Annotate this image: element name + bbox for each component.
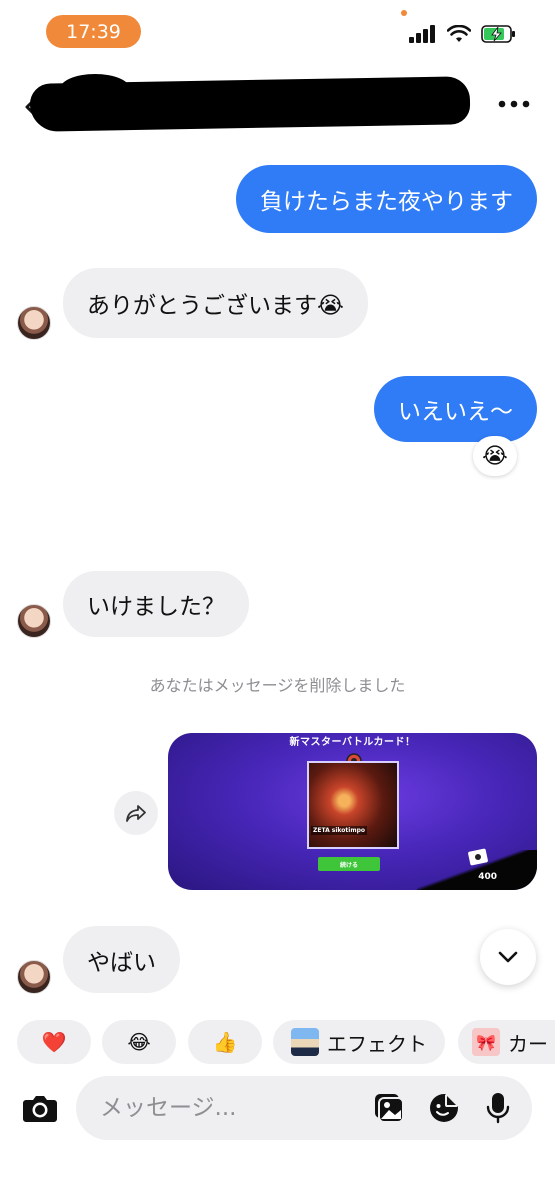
contact-avatar[interactable] — [17, 960, 51, 994]
ribbon-gift-icon: 🎀 — [472, 1028, 500, 1056]
sticker-icon — [430, 1094, 458, 1122]
status-icons — [409, 24, 517, 44]
chevron-down-icon — [498, 951, 518, 963]
camera-icon — [23, 1096, 57, 1122]
laughing-face-icon: 😂 — [127, 1030, 151, 1054]
effects-chip-label: エフェクト — [327, 1031, 427, 1056]
share-button[interactable] — [114, 791, 158, 835]
battle-card-image: ZETA sikotimpo — [307, 761, 399, 849]
privacy-indicator-dot — [401, 10, 407, 16]
ticket-icon — [468, 848, 488, 866]
outgoing-message-bubble[interactable]: いえいえ〜 — [374, 376, 537, 442]
effects-chip[interactable]: エフェクト — [273, 1020, 445, 1064]
deleted-message-notice: あなたはメッセージを削除しました — [149, 676, 406, 695]
gallery-icon — [375, 1094, 404, 1123]
message-reaction[interactable]: 😭 — [473, 436, 517, 476]
more-options-icon[interactable] — [497, 94, 531, 114]
thumbs-up-icon: 👍 — [212, 1030, 238, 1054]
contact-avatar[interactable] — [17, 604, 51, 638]
card-name-label: ZETA sikotimpo — [311, 826, 367, 835]
incoming-message-bubble[interactable]: いけました？ — [63, 571, 249, 637]
share-arrow-icon — [126, 805, 146, 822]
wifi-icon — [447, 25, 471, 42]
quick-reaction-laugh[interactable]: 😂 — [102, 1020, 176, 1064]
chat-header — [0, 70, 555, 140]
sticker-button[interactable] — [428, 1092, 460, 1124]
camera-button[interactable] — [18, 1086, 62, 1130]
image-count-label: 400 — [478, 872, 497, 882]
status-time: 17:39 — [46, 15, 141, 48]
heart-icon: ❤️ — [41, 1030, 67, 1054]
battery-charging-icon — [481, 25, 515, 43]
microphone-button[interactable] — [482, 1092, 514, 1124]
continue-label: 続ける — [318, 857, 380, 871]
incoming-message-bubble[interactable]: やばい — [63, 926, 180, 993]
quick-reaction-thumbs-up[interactable]: 👍 — [188, 1020, 262, 1064]
card-chip-label: カー — [508, 1031, 548, 1056]
scroll-to-bottom-button[interactable] — [480, 929, 536, 985]
shared-image-message[interactable]: 新マスターバトルカード！ ZETA sikotimpo 続ける 400 — [168, 733, 537, 890]
incoming-message-bubble[interactable]: ありがとうございます😭 — [63, 268, 368, 338]
redacted-contact-name[interactable] — [29, 76, 471, 132]
message-input[interactable] — [100, 1092, 330, 1124]
gallery-button[interactable] — [373, 1092, 405, 1124]
outgoing-message-bubble[interactable]: 負けたらまた夜やります — [236, 165, 537, 233]
quick-reaction-heart[interactable]: ❤️ — [17, 1020, 91, 1064]
card-chip[interactable]: 🎀 カー — [458, 1020, 555, 1064]
contact-avatar[interactable] — [17, 306, 51, 340]
effect-thumbnail-icon — [291, 1028, 319, 1056]
image-title-text: 新マスターバトルカード！ — [289, 737, 416, 748]
microphone-icon — [486, 1093, 510, 1124]
signal-icon — [409, 25, 435, 43]
